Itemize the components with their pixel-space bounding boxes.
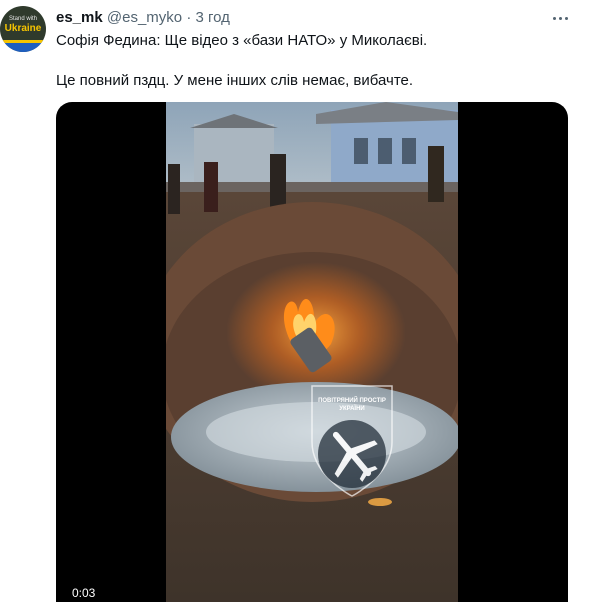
house-right-window-1	[354, 138, 368, 164]
more-options-icon[interactable]	[546, 8, 574, 28]
avatar-text-ukraine: Ukraine	[4, 23, 42, 34]
tweet-text-line-2: Це повний пздц. У мене інших слів немає,…	[56, 72, 414, 89]
person-4	[428, 146, 444, 202]
video-player[interactable]: ПОВІТРЯНИЙ ПРОСТІР УКРАЇНИ 0:03	[56, 102, 568, 602]
house-right-window-2	[378, 138, 392, 164]
ember-right	[368, 498, 392, 506]
watermark-text-line2: УКРАЇНИ	[339, 405, 365, 412]
person-3	[270, 154, 286, 210]
separator-dot: ·	[186, 9, 192, 26]
person-2	[204, 162, 218, 212]
tweet-timestamp[interactable]: 3 год	[195, 9, 229, 26]
person-1	[168, 164, 180, 214]
avatar-flag-stripe	[0, 40, 46, 52]
house-right-window-3	[402, 138, 416, 164]
user-handle[interactable]: @es_myko	[107, 9, 182, 26]
video-frame: ПОВІТРЯНИЙ ПРОСТІР УКРАЇНИ	[166, 102, 458, 602]
tweet-text-line-1: Софія Федина: Ще відео з «бази НАТО» у М…	[56, 32, 428, 49]
user-avatar[interactable]: Stand with Ukraine	[0, 6, 46, 52]
display-name[interactable]: es_mk	[56, 9, 103, 26]
watermark-text-line1: ПОВІТРЯНИЙ ПРОСТІР	[318, 396, 386, 404]
video-timestamp: 0:03	[72, 586, 96, 600]
video-scene: ПОВІТРЯНИЙ ПРОСТІР УКРАЇНИ	[166, 102, 458, 602]
avatar-text-stand-with: Stand with	[8, 16, 38, 22]
puddle-highlight	[206, 402, 426, 462]
tweet-header: es_mk @es_myko · 3 год	[56, 9, 230, 27]
